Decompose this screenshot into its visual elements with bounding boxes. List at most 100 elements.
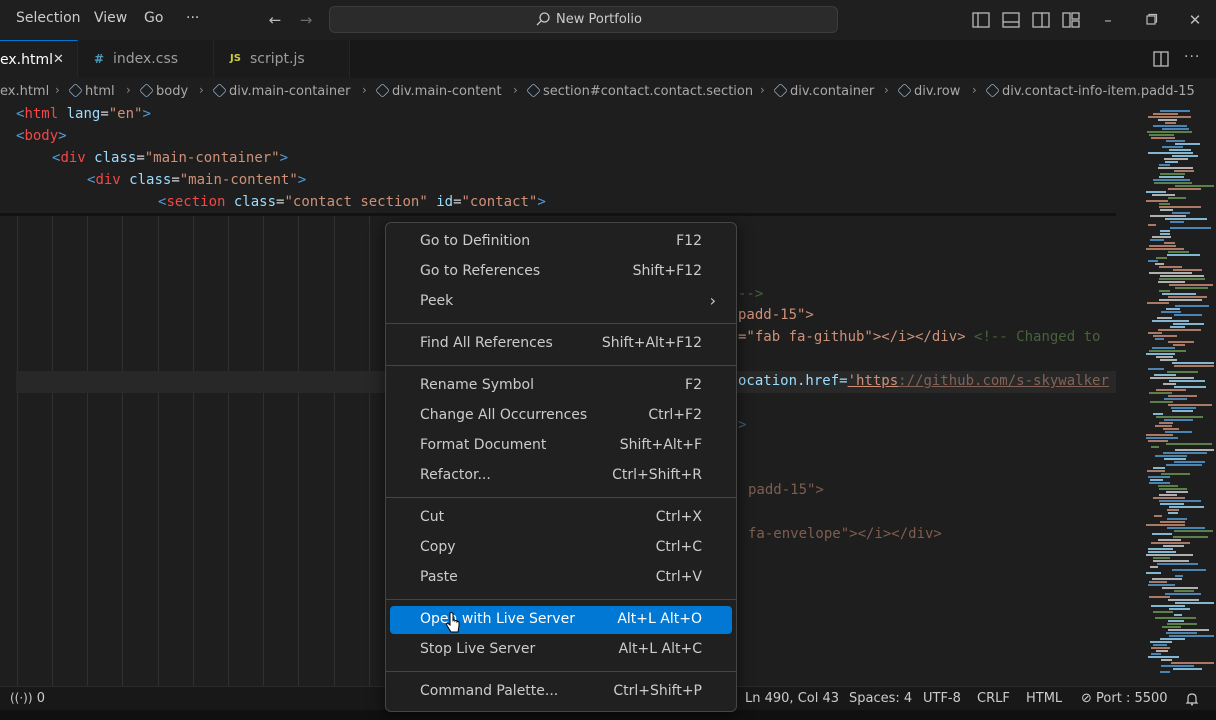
breadcrumb-row[interactable]: div.row: [897, 83, 960, 99]
indent-guide: [334, 216, 335, 686]
menu-view[interactable]: View: [94, 10, 127, 26]
minimap-line: [1155, 455, 1187, 457]
menu-item-go-to-references[interactable]: Go to References Shift+F12: [390, 258, 732, 286]
minimap-line: [1146, 200, 1168, 202]
code-line-section[interactable]: <section class="contact section" id="con…: [158, 194, 546, 210]
menu-item-find-all-references[interactable]: Find All References Shift+Alt+F12: [390, 330, 732, 358]
end-of-line[interactable]: CRLF: [977, 691, 1010, 706]
more-actions-icon[interactable]: ···: [1184, 49, 1200, 65]
menu-item-change-all-occurrences[interactable]: Change All Occurrences Ctrl+F2: [390, 402, 732, 430]
breadcrumb-container[interactable]: div.container: [773, 83, 874, 99]
minimap-line: [1158, 539, 1181, 541]
minimap-line: [1153, 560, 1189, 562]
minimap-line: [1172, 212, 1190, 214]
menu-item-command-palette[interactable]: Command Palette... Ctrl+Shift+P: [390, 678, 732, 706]
minimap-line: [1168, 251, 1189, 253]
menu-item-refactor[interactable]: Refactor... Ctrl+Shift+R: [390, 462, 732, 490]
command-center-search[interactable]: New Portfolio: [329, 6, 838, 33]
minimap-line: [1166, 632, 1197, 634]
minimap[interactable]: [1116, 104, 1216, 686]
live-server-port[interactable]: ⊘ Port : 5500: [1081, 691, 1168, 706]
minimap-line: [1160, 521, 1185, 523]
css-file-icon: #: [94, 52, 105, 66]
minimap-line: [1151, 605, 1185, 607]
minimap-line: [1148, 332, 1162, 334]
breadcrumb-html[interactable]: html: [68, 83, 115, 99]
minimap-line: [1148, 656, 1179, 658]
menu-item-copy[interactable]: Copy Ctrl+C: [390, 534, 732, 562]
encoding[interactable]: UTF-8: [923, 691, 961, 706]
minimap-line: [1172, 410, 1193, 412]
cursor-position[interactable]: Ln 490, Col 43: [745, 691, 839, 706]
indent-guide: [228, 216, 229, 686]
minimap-line: [1159, 500, 1201, 502]
minimap-line: [1160, 233, 1170, 235]
minimap-line: [1150, 566, 1158, 568]
code-line-html[interactable]: <html lang="en">: [16, 106, 151, 122]
menu-item-go-to-definition[interactable]: Go to Definition F12: [390, 228, 732, 256]
minimap-line: [1160, 230, 1170, 232]
breadcrumb-main-container[interactable]: div.main-container: [212, 83, 350, 99]
forward-arrow-icon[interactable]: →: [296, 10, 316, 30]
customize-layout-icon[interactable]: [1061, 10, 1081, 30]
menu-item-cut[interactable]: Cut Ctrl+X: [390, 504, 732, 532]
minimap-line: [1175, 449, 1214, 451]
back-arrow-icon[interactable]: ←: [265, 10, 285, 30]
tab-index-css[interactable]: # index.css: [78, 40, 214, 78]
indentation[interactable]: Spaces: 4: [849, 691, 912, 706]
code-line-body[interactable]: <body>: [16, 128, 67, 144]
minimap-line: [1172, 155, 1198, 157]
minimap-line: [1153, 557, 1170, 559]
code-fragment: padd-15">: [738, 307, 814, 323]
code-line-main-content[interactable]: <div class="main-content">: [87, 172, 306, 188]
minimap-line: [1158, 485, 1178, 487]
toggle-secondary-sidebar-icon[interactable]: [1031, 10, 1051, 30]
minimap-line: [1164, 419, 1193, 421]
menu-selection[interactable]: Selection: [16, 10, 81, 26]
minimap-line: [1160, 173, 1185, 175]
minimap-line: [1159, 299, 1202, 301]
minimap-line: [1167, 254, 1200, 256]
breadcrumb-section-contact[interactable]: section#contact.contact.section: [526, 83, 753, 99]
minimap-line: [1151, 647, 1170, 649]
menu-item-open-with-live-server[interactable]: Open with Live Server Alt+L Alt+O: [390, 606, 732, 634]
tab-index-html[interactable]: ex.html ✕: [0, 40, 78, 78]
menu-item-format-document[interactable]: Format Document Shift+Alt+F: [390, 432, 732, 460]
tab-close-icon[interactable]: ✕: [53, 52, 64, 67]
code-line-main-container[interactable]: <div class="main-container">: [52, 150, 288, 166]
minimap-line: [1166, 140, 1185, 142]
minimap-line: [1161, 659, 1172, 661]
breadcrumb-body[interactable]: body: [139, 83, 188, 99]
bell-icon[interactable]: [1185, 692, 1199, 706]
menu-item-rename-symbol[interactable]: Rename Symbol F2: [390, 372, 732, 400]
breadcrumb-contact-info-item[interactable]: div.contact-info-item.padd-15: [985, 83, 1195, 99]
indent-guide: [158, 216, 159, 686]
minimap-line: [1156, 356, 1173, 358]
minimap-line: [1175, 305, 1209, 307]
toggle-primary-sidebar-icon[interactable]: [971, 10, 991, 30]
minimap-line: [1160, 671, 1170, 673]
remote-indicator[interactable]: ((·)) 0: [10, 691, 45, 706]
minimap-line: [1158, 119, 1177, 121]
code-fragment: fa-envelope"></i></div>: [748, 526, 942, 542]
menu-go[interactable]: Go: [144, 10, 163, 26]
menu-separator: [386, 599, 736, 600]
minimize-icon[interactable]: –: [1098, 10, 1118, 30]
tab-script-js[interactable]: JS script.js: [214, 40, 350, 78]
toggle-panel-icon[interactable]: [1001, 10, 1021, 30]
menu-item-stop-live-server[interactable]: Stop Live Server Alt+L Alt+C: [390, 636, 732, 664]
minimap-line: [1169, 635, 1214, 637]
language-mode[interactable]: HTML: [1026, 691, 1062, 706]
menu-item-paste[interactable]: Paste Ctrl+V: [390, 564, 732, 592]
menu-item-peek[interactable]: Peek ›: [390, 288, 732, 316]
restore-icon[interactable]: [1141, 10, 1161, 30]
menu-more[interactable]: ···: [186, 10, 199, 26]
close-window-icon[interactable]: ✕: [1185, 10, 1205, 30]
breadcrumb-file[interactable]: ex.html: [0, 84, 49, 99]
minimap-line: [1174, 614, 1182, 616]
minimap-line: [1149, 482, 1170, 484]
minimap-line: [1161, 473, 1190, 475]
split-editor-icon[interactable]: [1152, 50, 1170, 68]
menu-separator: [386, 323, 736, 324]
breadcrumb-main-content[interactable]: div.main-content: [375, 83, 502, 99]
